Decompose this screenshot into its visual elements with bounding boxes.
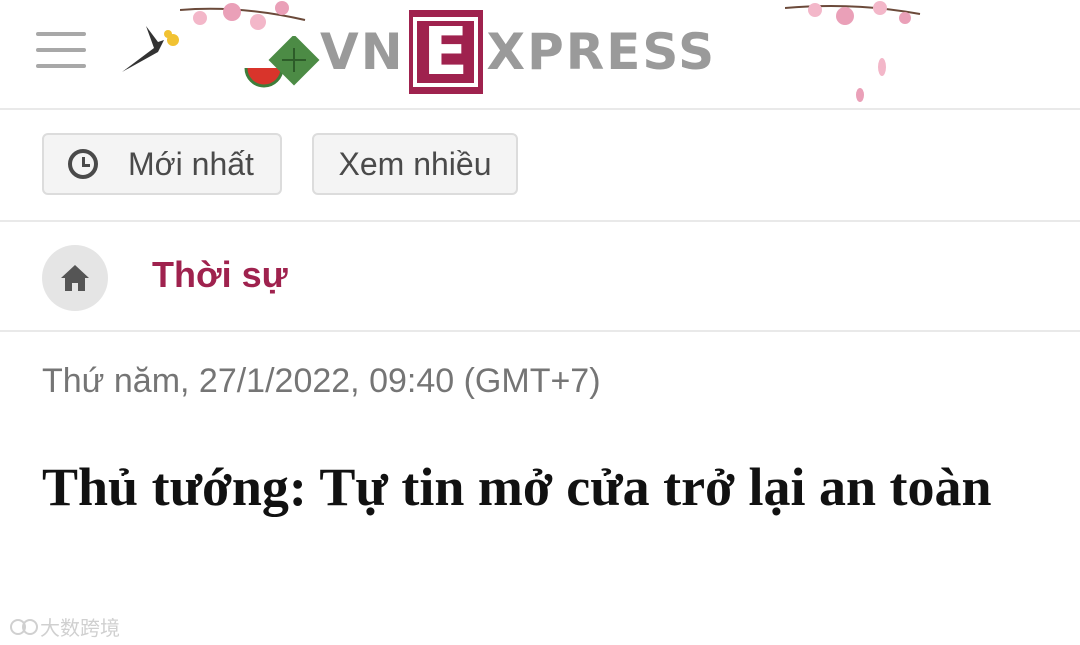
logo-prefix: VN xyxy=(320,23,405,81)
article-date: Thứ năm, 27/1/2022, 09:40 (GMT+7) xyxy=(42,362,601,400)
menu-icon[interactable] xyxy=(36,32,86,68)
page: VN E XPRESS Mới nhất Xem nhiều Thời sự T… xyxy=(0,0,1080,645)
home-icon xyxy=(61,265,89,291)
tab-bar: Mới nhất Xem nhiều xyxy=(0,110,1080,222)
category-link[interactable]: Thời sự xyxy=(152,254,288,296)
tet-food-decoration-icon xyxy=(244,36,320,88)
logo-letter: E xyxy=(413,17,479,87)
petal-decoration-icon xyxy=(856,58,886,102)
logo-e-box: E xyxy=(408,10,483,94)
tab-most-viewed[interactable]: Xem nhiều xyxy=(312,133,518,195)
watermark: 大数跨境 xyxy=(10,612,120,641)
clock-icon xyxy=(68,149,98,179)
category-bar: Thời sự xyxy=(0,222,1080,332)
header: VN E XPRESS xyxy=(0,0,1080,110)
watermark-logo-icon xyxy=(10,618,38,635)
logo-suffix: XPRESS xyxy=(486,23,717,81)
watermark-text: 大数跨境 xyxy=(40,618,120,640)
tab-label: Mới nhất xyxy=(128,145,254,182)
bird-decoration-icon xyxy=(122,26,179,72)
tab-latest[interactable]: Mới nhất xyxy=(42,133,282,195)
tab-label: Xem nhiều xyxy=(338,145,492,182)
home-button[interactable] xyxy=(42,245,108,311)
article-title: Thủ tướng: Tự tin mở cửa trở lại an toàn xyxy=(42,457,992,517)
vnexpress-logo[interactable]: VN E XPRESS xyxy=(320,8,716,96)
blossom-decoration-icon xyxy=(785,1,921,25)
